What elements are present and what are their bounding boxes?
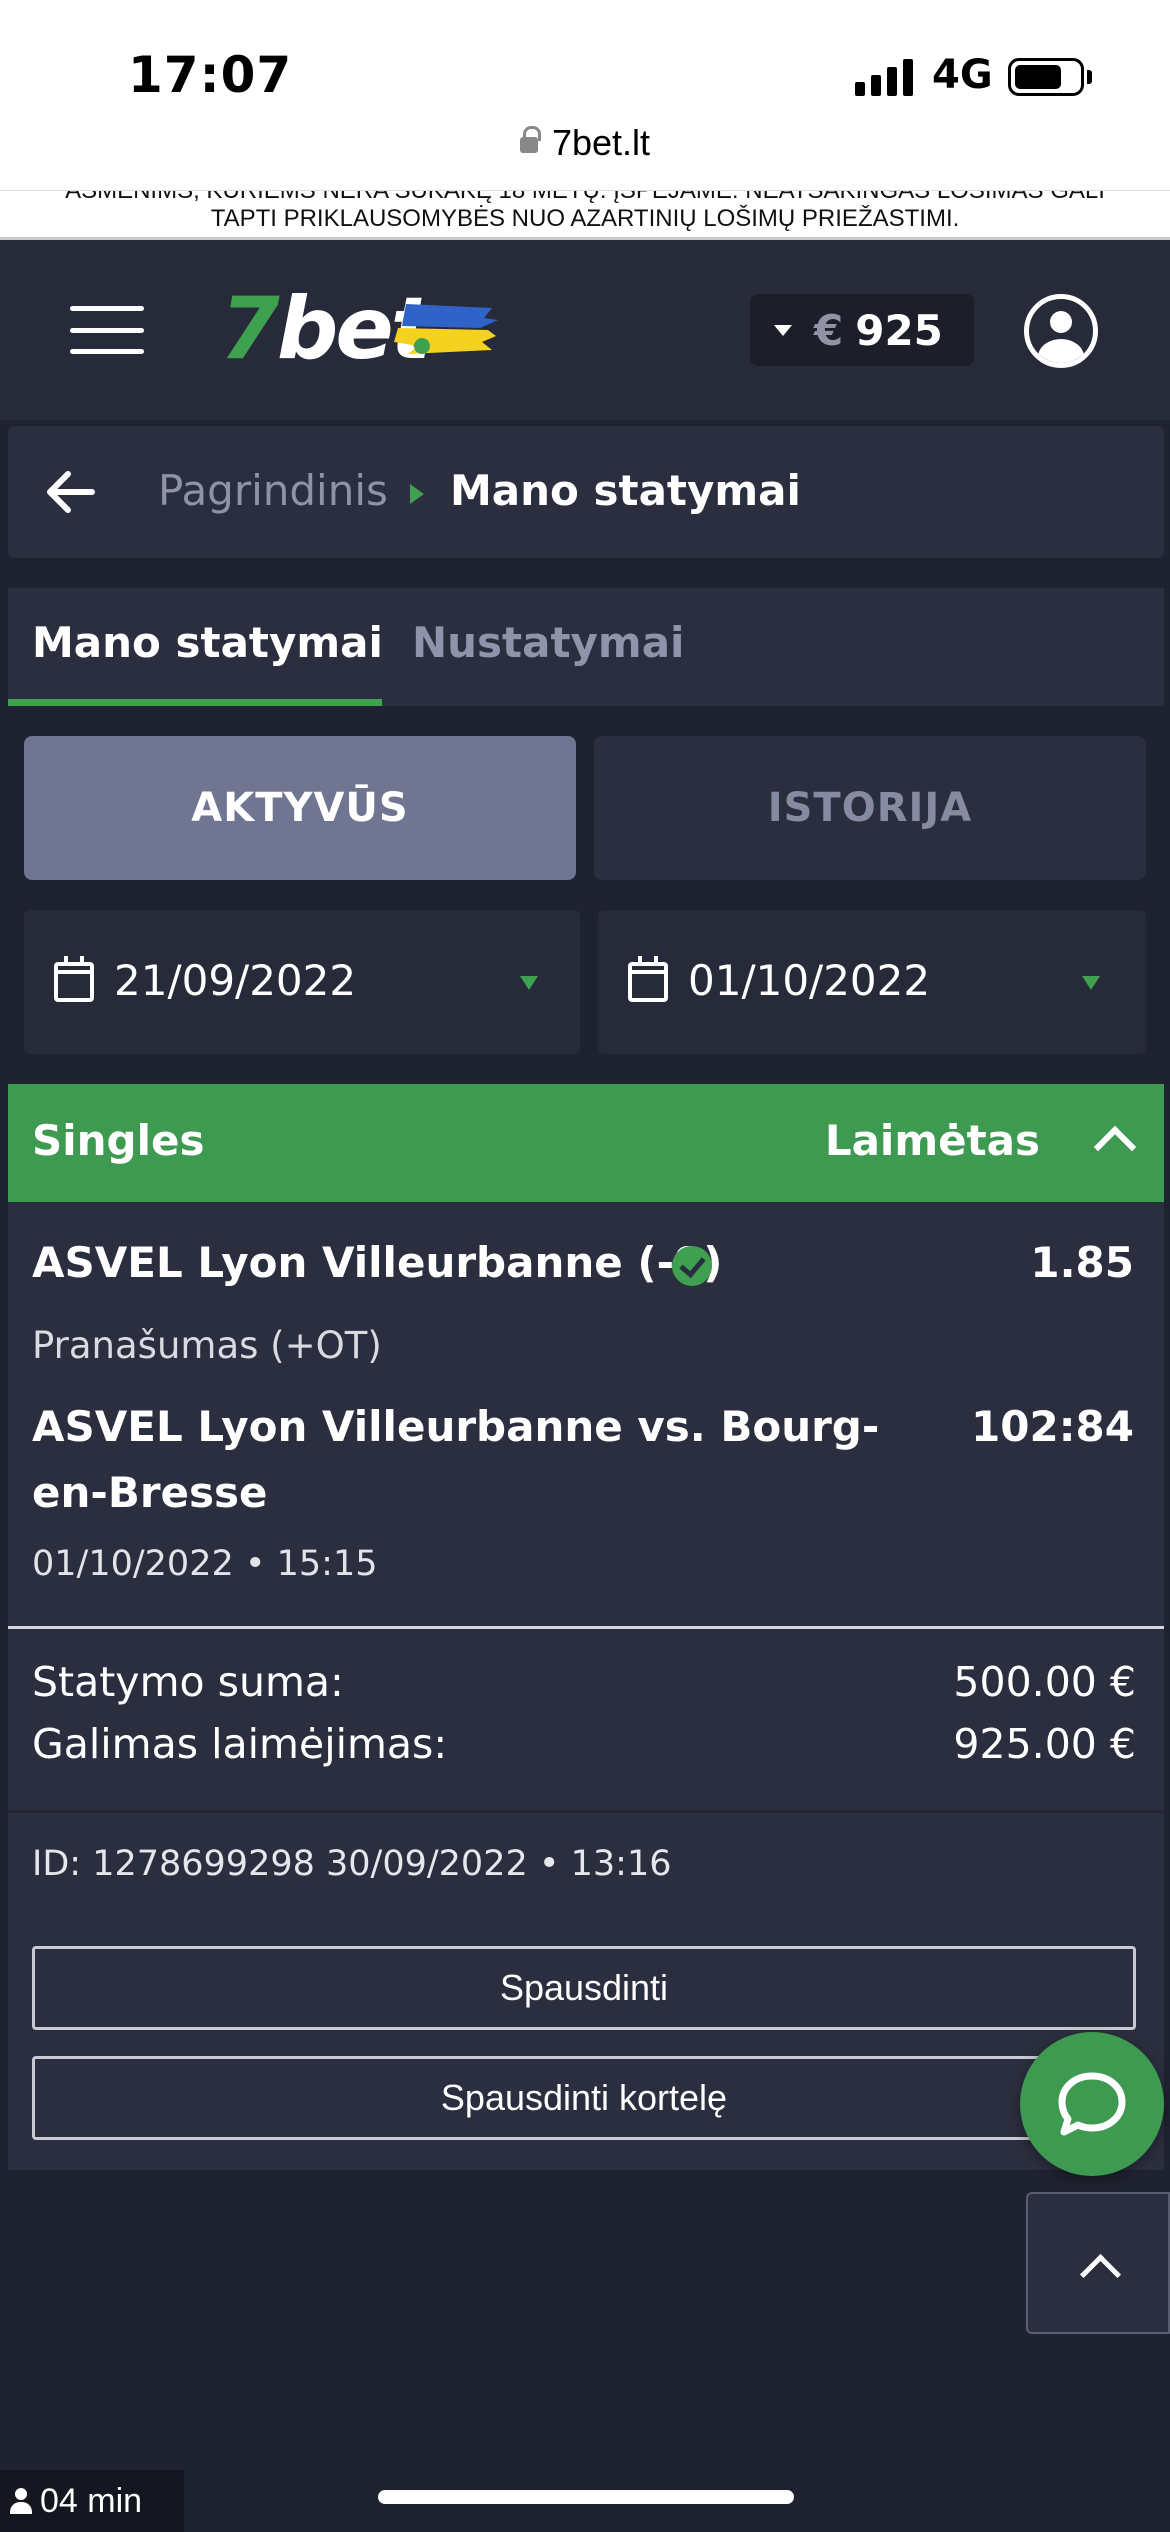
battery-icon xyxy=(1008,58,1084,96)
site-header: 7bet € 925 xyxy=(0,240,1170,420)
chevron-up-icon[interactable] xyxy=(1093,1125,1137,1169)
date-from-picker[interactable]: 21/09/2022 xyxy=(24,910,580,1054)
scroll-to-top-button[interactable] xyxy=(1026,2192,1170,2334)
potential-win-value: 925.00 € xyxy=(953,1720,1136,1768)
bet-status: Laimėtas xyxy=(824,1116,1040,1165)
print-button[interactable]: Spausdinti xyxy=(32,1946,1136,2030)
tab-my-bets[interactable]: Mano statymai xyxy=(32,618,383,667)
potential-win-label: Galimas laimėjimas: xyxy=(32,1720,448,1768)
divider xyxy=(8,1626,1164,1629)
caret-down-icon xyxy=(1082,976,1100,990)
session-timer-value: 04 min xyxy=(40,2481,143,2520)
event-datetime: 01/10/2022 • 15:15 xyxy=(32,1544,378,1584)
address-bar[interactable]: 7bet.lt xyxy=(0,122,1170,164)
bet-card-header[interactable]: Singles Laimėtas xyxy=(8,1084,1164,1202)
selection-odds: 1.85 xyxy=(1030,1238,1134,1287)
caret-down-icon xyxy=(520,976,538,990)
bet-id: ID: 1278699298 30/09/2022 • 13:16 xyxy=(32,1844,672,1884)
date-from-value: 21/09/2022 xyxy=(114,956,357,1005)
chat-button[interactable] xyxy=(1020,2032,1164,2176)
menu-icon[interactable] xyxy=(70,306,144,354)
check-circle-icon xyxy=(672,1246,712,1286)
bet-card-body: ASVEL Lyon Villeurbanne (-9) 1.85 Pranaš… xyxy=(8,1202,1164,2170)
date-to-value: 01/10/2022 xyxy=(688,956,931,1005)
date-to-picker[interactable]: 01/10/2022 xyxy=(598,910,1146,1054)
session-timer: 04 min xyxy=(0,2470,184,2532)
stake-value: 500.00 € xyxy=(953,1658,1136,1706)
bet-type: Singles xyxy=(32,1116,205,1165)
stake-row: Statymo suma: 500.00 € xyxy=(32,1658,1136,1706)
active-tab-indicator xyxy=(8,699,382,706)
balance-dropdown[interactable]: € 925 xyxy=(750,294,974,366)
cellular-signal-icon xyxy=(855,58,913,96)
balance-amount: 925 xyxy=(855,305,943,355)
event-name: ASVEL Lyon Villeurbanne vs. Bourg-en-Bre… xyxy=(32,1402,880,1517)
user-account-icon[interactable] xyxy=(1024,294,1098,368)
balance-currency: € xyxy=(814,305,844,355)
market-name: Pranašumas (+OT) xyxy=(32,1324,382,1367)
calendar-icon xyxy=(628,956,668,1002)
history-button[interactable]: ISTORIJA xyxy=(594,736,1146,880)
chat-bubble-icon xyxy=(1058,2072,1126,2136)
caret-down-icon xyxy=(774,324,792,336)
breadcrumb-current: Mano statymai xyxy=(450,466,801,515)
ukraine-flag-brush-icon xyxy=(394,304,498,354)
warning-line-2: TAPTI PRIKLAUSOMYBĖS NUO AZARTINIŲ LOŠIM… xyxy=(210,205,960,232)
breadcrumb: Pagrindinis Mano statymai xyxy=(8,426,1164,558)
selection-name: ASVEL Lyon Villeurbanne (-9) xyxy=(32,1238,723,1287)
divider xyxy=(8,1810,1164,1813)
person-icon xyxy=(10,2488,32,2514)
event-score: 102:84 xyxy=(971,1402,1134,1451)
tab-bar: Mano statymai Nustatymai xyxy=(8,588,1164,706)
url-text: 7bet.lt xyxy=(551,122,651,163)
clock: 17:07 xyxy=(128,46,293,104)
lock-icon xyxy=(519,126,541,153)
breadcrumb-separator-icon xyxy=(410,484,424,504)
active-bets-button[interactable]: AKTYVŪS xyxy=(24,736,576,880)
stake-label: Statymo suma: xyxy=(32,1658,344,1706)
home-indicator[interactable] xyxy=(378,2490,794,2504)
warning-line-1: ASMENIMS, KURIEMS NĖRA SUKAKĘ 18 METŲ. Į… xyxy=(65,190,1105,204)
tab-settings[interactable]: Nustatymai xyxy=(412,618,684,667)
print-card-button[interactable]: Spausdinti kortelę xyxy=(32,2056,1136,2140)
gambling-warning: ASMENIMS, KURIEMS NĖRA SUKAKĘ 18 METŲ. Į… xyxy=(0,190,1170,240)
potential-win-row: Galimas laimėjimas: 925.00 € xyxy=(32,1720,1136,1768)
site-logo[interactable]: 7bet xyxy=(220,284,498,374)
calendar-icon xyxy=(54,956,94,1002)
status-bar: 17:07 4G 7bet.lt xyxy=(0,0,1170,190)
breadcrumb-home-link[interactable]: Pagrindinis xyxy=(158,466,388,515)
back-arrow-icon[interactable] xyxy=(44,470,96,514)
network-type: 4G xyxy=(932,52,993,98)
battery-tip xyxy=(1087,70,1092,84)
